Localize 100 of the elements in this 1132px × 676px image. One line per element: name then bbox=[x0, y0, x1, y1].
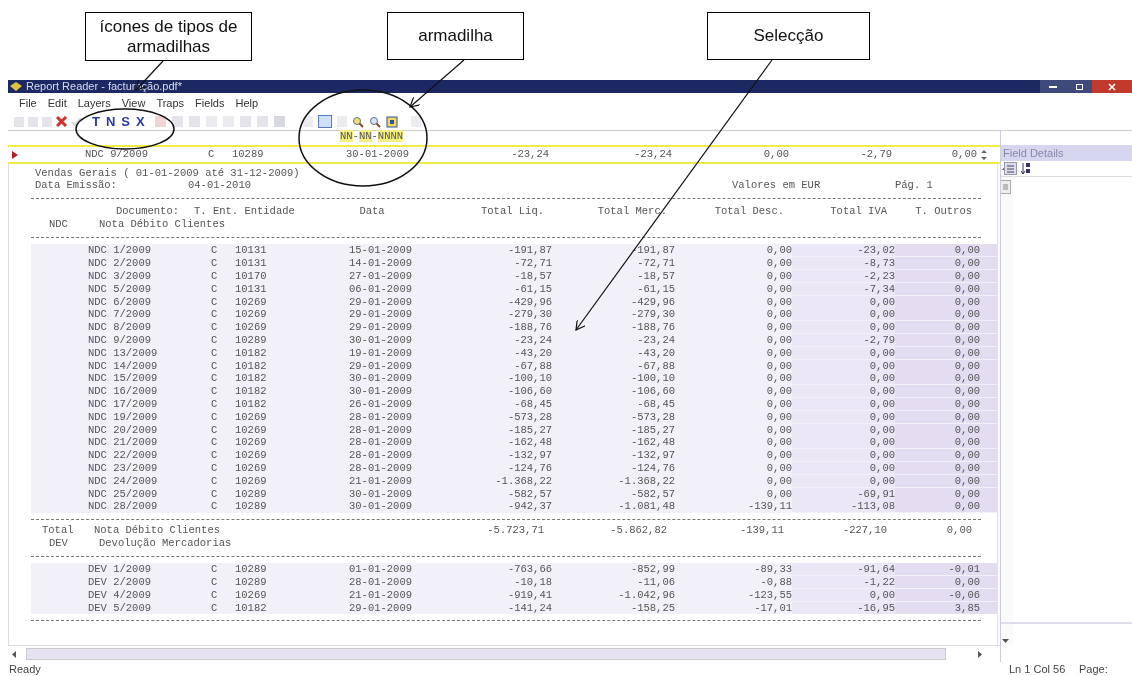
table-cell-text: -23,24 bbox=[633, 146, 672, 162]
table-cell-text: C bbox=[211, 500, 219, 513]
zoom-out-icon[interactable] bbox=[368, 115, 381, 128]
menu-item[interactable]: Edit bbox=[47, 94, 67, 112]
table-cell: 0,00 bbox=[895, 308, 997, 321]
table-cell-text: -1.368,22 bbox=[617, 474, 675, 487]
delete-icon[interactable] bbox=[56, 116, 67, 127]
table-cell-text: NDC 19/2009 bbox=[88, 410, 159, 423]
report-row[interactable]: NDC 19/2009 C 10269 28-01-2009 -573,28 -573,28 0,00 0,00 0,00 bbox=[31, 410, 997, 424]
trap-type-button[interactable]: S bbox=[121, 115, 130, 128]
table-cell-text: -162,48 bbox=[629, 436, 675, 449]
menu-item[interactable]: View bbox=[121, 94, 146, 112]
close-button[interactable] bbox=[1092, 80, 1132, 93]
report-row[interactable]: NDC 14/2009 C 10182 29-01-2009 -67,88 -67,88 0,00 0,00 0,00 bbox=[31, 359, 997, 372]
table-cell-text: -67,88 bbox=[636, 359, 675, 372]
table-cell-text: 0,00 bbox=[765, 436, 792, 449]
spin-arrows-icon[interactable] bbox=[981, 148, 987, 161]
pattern-trap-icon[interactable] bbox=[317, 115, 332, 128]
toolbar-icon[interactable] bbox=[154, 116, 166, 127]
menu-item[interactable]: Traps bbox=[156, 94, 185, 112]
report-row[interactable]: NDC 13/2009 C 10182 19-01-2009 -43,20 -43,20 0,00 0,00 0,00 bbox=[31, 346, 997, 360]
table-cell-text: 10182 bbox=[235, 346, 268, 359]
scroll-right-icon[interactable] bbox=[978, 650, 982, 658]
table-cell-text: C bbox=[211, 575, 219, 588]
report-row[interactable]: DEV 5/2009 C 10182 29-01-2009 -141,24 -158,25 -17,01 -16,95 3,85 bbox=[31, 601, 997, 614]
table-cell-text: 0,00 bbox=[765, 474, 792, 487]
callout-box: armadilha bbox=[387, 12, 524, 60]
report-row[interactable]: NDC 5/2009 C 10131 06-01-2009 -61,15 -61,15 0,00 -7,34 0,00 bbox=[31, 282, 997, 296]
table-cell-text: C bbox=[211, 474, 219, 487]
table-cell-text: C bbox=[211, 601, 219, 614]
fit-page-icon[interactable] bbox=[385, 115, 398, 128]
toolbar-icon[interactable] bbox=[302, 116, 313, 127]
total-cell-text: -227,10 bbox=[841, 523, 887, 537]
table-cell-text: 10289 bbox=[235, 333, 268, 346]
report-row[interactable]: DEV 4/2009 C 10269 21-01-2009 -919,41 -1.042,96 -123,55 0,00 -0,06 bbox=[31, 588, 997, 602]
sort-az-icon[interactable] bbox=[1021, 162, 1031, 175]
horizontal-scroll-thumb[interactable] bbox=[26, 648, 946, 660]
callout-box: ícones de tipos de armadilhas bbox=[85, 12, 252, 61]
window-title: Report Reader - facturação.pdf* bbox=[26, 81, 182, 92]
table-cell-text: -141,24 bbox=[506, 601, 552, 614]
table-cell-text: 10182 bbox=[235, 372, 268, 385]
table-cell-text: NDC 2/2009 bbox=[88, 257, 152, 270]
table-cell-text: -18,57 bbox=[513, 270, 552, 282]
trap-type-button[interactable]: N bbox=[105, 115, 116, 128]
table-cell-text: 30-01-2009 bbox=[349, 500, 413, 513]
zoom-in-icon[interactable] bbox=[351, 115, 364, 128]
table-cell: -7,34 bbox=[792, 282, 895, 295]
table-cell-text: 10289 bbox=[235, 500, 268, 513]
table-cell-text: C bbox=[208, 146, 216, 162]
menu-item[interactable]: Fields bbox=[195, 94, 225, 112]
row-pointer-icon bbox=[12, 150, 18, 159]
report-row[interactable]: NDC 25/2009 C 10289 30-01-2009 -582,57 -582,57 0,00 -69,91 0,00 bbox=[31, 487, 997, 500]
panel-header: Field Details bbox=[1001, 145, 1132, 161]
table-cell-text: -23,24 bbox=[636, 333, 675, 346]
restore-button[interactable] bbox=[1066, 80, 1092, 93]
report-row[interactable]: NDC 6/2009 C 10269 29-01-2009 -429,96 -429,96 0,00 0,00 0,00 bbox=[31, 295, 997, 308]
table-cell-text: C bbox=[211, 244, 219, 257]
trap-type-button[interactable]: T bbox=[92, 115, 100, 128]
report-row[interactable]: NDC 24/2009 C 10269 21-01-2009 -1.368,22 -1.368,22 0,00 0,00 0,00 bbox=[31, 474, 997, 488]
table-cell-text: 0,00 bbox=[765, 295, 792, 308]
total-cell-text: -5.723,71 bbox=[486, 523, 544, 537]
table-cell-text: C bbox=[211, 410, 219, 423]
table-cell: 0,00 bbox=[792, 474, 895, 487]
table-cell-text: -279,30 bbox=[506, 308, 552, 321]
table-cell-text: NDC 15/2009 bbox=[88, 372, 159, 385]
table-cell-text: -279,30 bbox=[629, 308, 675, 321]
toolbar-icon[interactable] bbox=[171, 116, 183, 127]
report-row[interactable]: NDC 1/2009 C 10131 15-01-2009 -191,87 -191,87 0,00 -23,02 0,00 bbox=[31, 244, 997, 257]
table-cell-text: DEV 1/2009 bbox=[88, 563, 152, 576]
table-cell-text: -61,15 bbox=[513, 282, 552, 295]
table-cell: 0,00 bbox=[895, 257, 997, 270]
table-cell-text: NDC 17/2009 bbox=[88, 397, 159, 410]
minimize-button[interactable] bbox=[1040, 80, 1066, 93]
table-cell-text: 10131 bbox=[235, 257, 268, 270]
table-cell: 0,00 bbox=[895, 321, 997, 334]
table-cell-text: 14-01-2009 bbox=[349, 257, 413, 270]
table-cell: 0,00 bbox=[792, 410, 895, 423]
table-cell: 0,00 bbox=[792, 295, 895, 308]
report-row[interactable]: NDC 20/2009 C 10269 28-01-2009 -185,27 -185,27 0,00 0,00 0,00 bbox=[31, 423, 997, 436]
table-cell-text: 10269 bbox=[235, 295, 268, 308]
table-cell-text: -139,11 bbox=[746, 500, 792, 513]
table-cell-text: 10131 bbox=[235, 244, 268, 257]
trap-type-button[interactable]: X bbox=[136, 115, 145, 128]
table-cell-text: -23,24 bbox=[510, 146, 549, 162]
table-cell-text: 10182 bbox=[235, 397, 268, 410]
table-cell-text: -573,28 bbox=[629, 410, 675, 423]
check-icon[interactable] bbox=[71, 116, 82, 127]
menu-item[interactable]: Help bbox=[235, 94, 259, 112]
table-cell-text: NDC 5/2009 bbox=[88, 282, 152, 295]
vertical-scrollbar[interactable] bbox=[997, 164, 1013, 645]
report-row[interactable]: DEV 1/2009 C 10289 01-01-2009 -763,66 -852,99 -89,33 -91,64 -0,01 bbox=[31, 562, 997, 576]
table-cell-text: 19-01-2009 bbox=[349, 346, 413, 359]
scroll-thumb-icon[interactable] bbox=[1000, 180, 1011, 194]
table-cell-text: 0,00 bbox=[765, 397, 792, 410]
menu-item[interactable]: File bbox=[19, 94, 37, 112]
trap-pattern[interactable]: NN-NN-NNNN bbox=[340, 129, 404, 145]
menu-item[interactable]: Layers bbox=[77, 94, 111, 112]
scroll-left-icon[interactable] bbox=[12, 650, 16, 658]
scroll-down-icon[interactable] bbox=[1002, 639, 1009, 643]
table-cell-text: C bbox=[211, 588, 219, 601]
